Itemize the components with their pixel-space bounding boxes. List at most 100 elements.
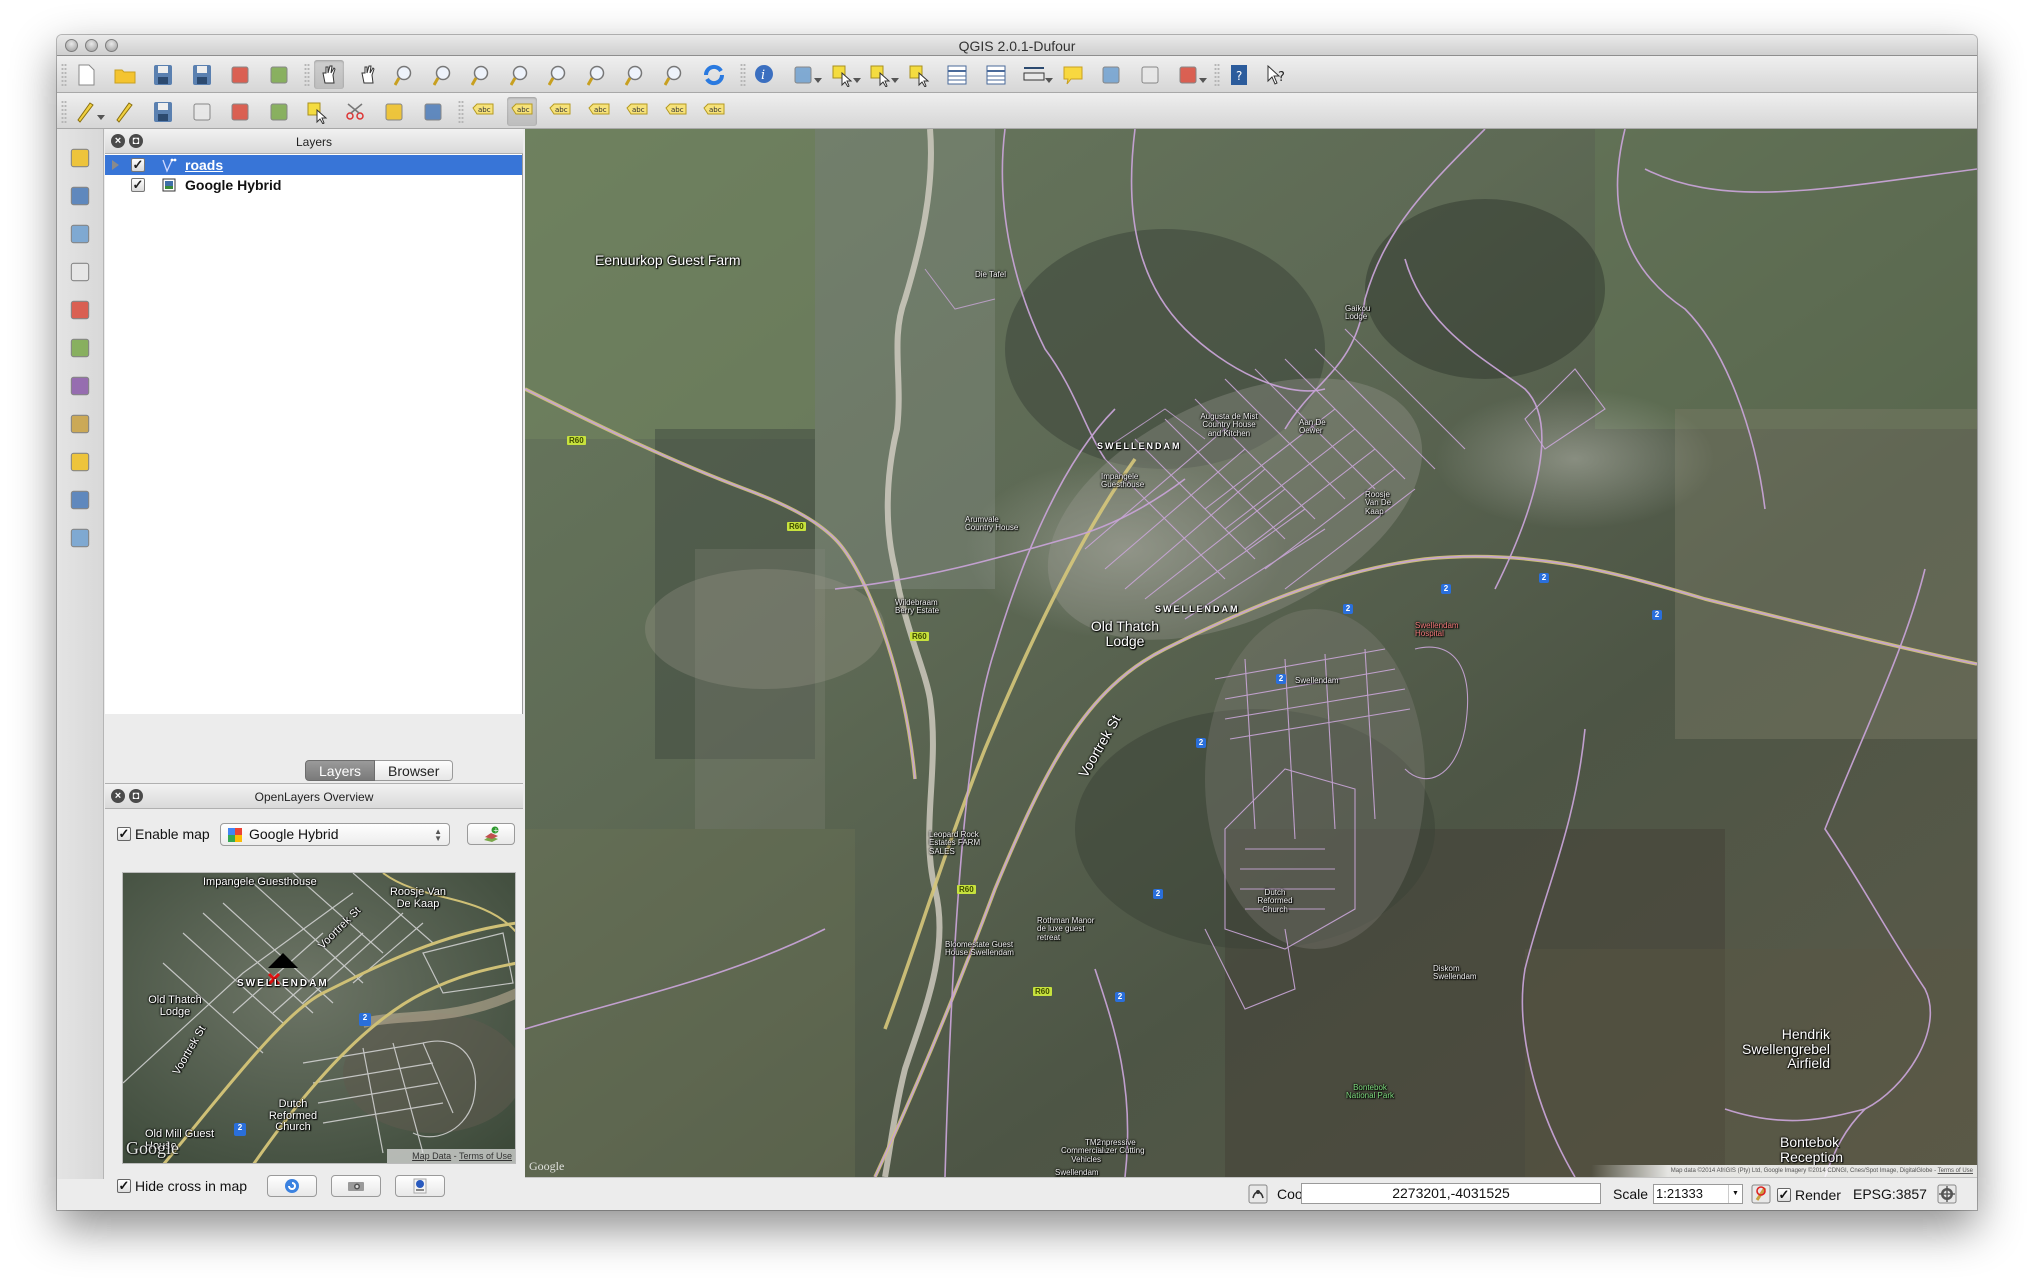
new-print-composer-button[interactable]: [225, 60, 255, 89]
attribute-table-button[interactable]: [942, 60, 972, 89]
zoom-out-button[interactable]: [430, 60, 460, 89]
pan-to-selection-button[interactable]: [353, 60, 383, 89]
toggle-extents-icon[interactable]: [1248, 1184, 1268, 1204]
zoom-full-button[interactable]: [507, 60, 537, 89]
select-features-button[interactable]: [827, 60, 861, 89]
new-project-button[interactable]: [71, 60, 101, 89]
crs-label[interactable]: EPSG:3857: [1853, 1186, 1927, 1202]
overview-attribution: Map Data - Terms of Use: [387, 1149, 515, 1163]
rotate-label-button[interactable]: abc: [661, 97, 691, 126]
zoom-next-button[interactable]: [661, 60, 691, 89]
measure-button[interactable]: [1019, 60, 1053, 89]
text-annotation-button[interactable]: [1173, 60, 1207, 89]
coordinate-input[interactable]: 2273201,-4031525: [1301, 1183, 1601, 1204]
scale-combobox[interactable]: 1:21333 ▼: [1653, 1184, 1743, 1204]
help-contents-button[interactable]: ?: [1224, 60, 1254, 89]
save-layer-edits-button[interactable]: [148, 97, 178, 126]
terms-of-use-link[interactable]: Terms of Use: [1938, 1168, 1973, 1174]
overview-map-data-link[interactable]: Map Data: [412, 1151, 451, 1161]
overview-terms-link[interactable]: Terms of Use: [459, 1151, 512, 1161]
identify-button[interactable]: i: [750, 60, 780, 89]
layer-labeling-button[interactable]: abc: [468, 97, 498, 126]
add-raster-layer-button[interactable]: [65, 181, 95, 211]
highlight-pinned-labels-button[interactable]: abc: [545, 97, 575, 126]
whats-this-button[interactable]: ?: [1262, 60, 1292, 89]
dropdown-arrow-icon[interactable]: [97, 115, 105, 120]
map-imagery[interactable]: [525, 129, 1977, 1177]
dropdown-arrow-icon[interactable]: [852, 78, 861, 83]
move-label-button[interactable]: abc: [622, 97, 652, 126]
tab-layers[interactable]: Layers: [305, 760, 376, 781]
pin-labels-button[interactable]: abc: [506, 97, 537, 126]
refresh-button[interactable]: [699, 60, 729, 89]
add-wfs-layer-button[interactable]: [65, 409, 95, 439]
field-calculator-button[interactable]: [981, 60, 1011, 89]
stop-rendering-icon[interactable]: [1751, 1184, 1771, 1204]
dropdown-arrow-icon[interactable]: [1045, 78, 1053, 83]
node-tool-button[interactable]: [264, 97, 294, 126]
select-by-expression-button[interactable]: [904, 60, 934, 89]
cut-features-button[interactable]: [341, 97, 371, 126]
layer-item-roads[interactable]: ✓ roads: [105, 155, 522, 175]
save-image-button[interactable]: [331, 1175, 381, 1197]
run-action-button[interactable]: [788, 60, 822, 89]
map-canvas[interactable]: Eenuurkop Guest Farm SWELLENDAM SWELLEND…: [525, 129, 1977, 1177]
add-openlayers-layer-button[interactable]: +: [467, 823, 515, 845]
toolbar-grip[interactable]: [61, 63, 67, 87]
composer-manager-button[interactable]: [264, 60, 294, 89]
overview-poi-dutch-church: Dutch Reformed Church: [268, 1098, 318, 1134]
new-shapefile-layer-button[interactable]: [65, 485, 95, 515]
enable-map-checkbox[interactable]: ✓ Enable map: [117, 826, 210, 842]
add-postgis-layer-button[interactable]: [65, 219, 95, 249]
render-check[interactable]: ✓: [1777, 1188, 1791, 1202]
toolbar-grip[interactable]: [61, 100, 67, 124]
pan-button[interactable]: [314, 60, 344, 89]
save-project-button[interactable]: [148, 60, 178, 89]
expand-arrow-icon[interactable]: [112, 160, 119, 170]
tab-browser[interactable]: Browser: [375, 760, 454, 781]
render-checkbox[interactable]: ✓ Render: [1777, 1187, 1841, 1203]
dropdown-arrow-icon[interactable]: [891, 78, 899, 83]
show-bookmarks-button[interactable]: [1135, 60, 1165, 89]
layer-item-google-hybrid[interactable]: ✓ Google Hybrid: [105, 175, 522, 195]
dropdown-arrow-icon[interactable]: [1199, 78, 1207, 83]
hide-cross-checkbox[interactable]: ✓ Hide cross in map: [117, 1178, 247, 1194]
add-feature-button[interactable]: [187, 97, 217, 126]
open-project-button[interactable]: [110, 60, 140, 89]
zoom-to-selection-button[interactable]: [545, 60, 575, 89]
new-bookmark-button[interactable]: [1096, 60, 1126, 89]
paste-features-button[interactable]: [418, 97, 448, 126]
current-edits-button[interactable]: [71, 97, 105, 126]
add-mssql-layer-button[interactable]: [65, 295, 95, 325]
crs-status-icon[interactable]: [1937, 1184, 1957, 1204]
change-label-button[interactable]: abc: [699, 97, 729, 126]
show-hide-labels-button[interactable]: abc: [584, 97, 614, 126]
overview-map[interactable]: Impangele Guesthouse Roosje Van De Kaap …: [122, 872, 516, 1164]
deselect-features-button[interactable]: [865, 60, 899, 89]
refresh-overview-button[interactable]: [267, 1175, 317, 1197]
delete-selected-button[interactable]: [302, 97, 332, 126]
save-kml-button[interactable]: [395, 1175, 445, 1197]
add-wcs-layer-button[interactable]: [65, 371, 95, 401]
add-delimited-text-layer-button[interactable]: [65, 447, 95, 477]
add-vector-layer-button[interactable]: [65, 143, 95, 173]
enable-map-check[interactable]: ✓: [117, 827, 131, 841]
map-tips-button[interactable]: [1058, 60, 1088, 89]
map-type-select[interactable]: Google Hybrid ▲ ▼: [220, 823, 450, 846]
zoom-actual-size-button[interactable]: [468, 60, 498, 89]
zoom-in-button[interactable]: [391, 60, 421, 89]
hide-cross-check[interactable]: ✓: [117, 1179, 131, 1193]
remove-layer-button[interactable]: [65, 523, 95, 553]
toggle-editing-button[interactable]: [110, 97, 140, 126]
move-feature-button[interactable]: [225, 97, 255, 126]
scale-label: Scale: [1613, 1186, 1649, 1202]
layer-visibility-checkbox[interactable]: ✓: [131, 158, 145, 172]
save-as-button[interactable]: [187, 60, 217, 89]
layer-visibility-checkbox[interactable]: ✓: [131, 178, 145, 192]
add-wms-layer-button[interactable]: [65, 333, 95, 363]
zoom-to-layer-button[interactable]: [584, 60, 614, 89]
dropdown-arrow-icon[interactable]: [814, 78, 822, 83]
zoom-last-button[interactable]: [622, 60, 652, 89]
copy-features-button[interactable]: [379, 97, 409, 126]
add-spatialite-layer-button[interactable]: [65, 257, 95, 287]
